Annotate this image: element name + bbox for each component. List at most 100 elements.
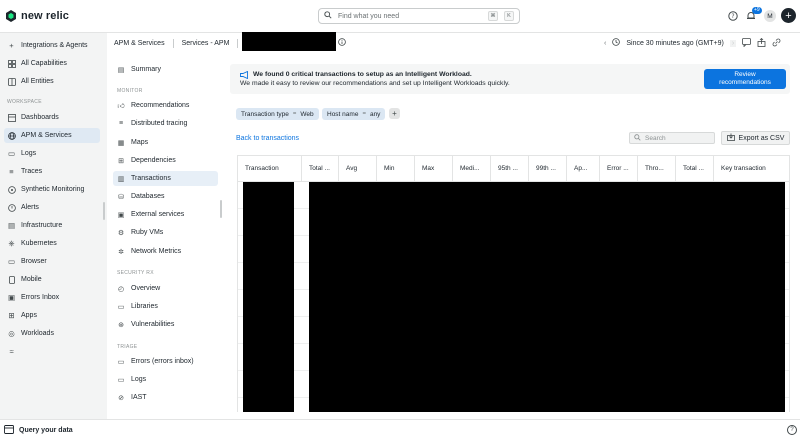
plus-icon: +	[9, 41, 14, 50]
settings-sliders-icon: ≈	[9, 347, 14, 356]
sidebar-item-apm-services[interactable]: APM & Services	[4, 128, 100, 143]
sidebar-item-traces[interactable]: ≡ Traces	[4, 164, 100, 179]
table-search-input[interactable]: Search	[629, 132, 715, 144]
sidebar-item-kubernetes[interactable]: ⎈ Kubernetes	[4, 236, 100, 251]
comment-icon[interactable]	[742, 37, 752, 49]
info-icon[interactable]	[338, 38, 346, 48]
sidebar-item-workloads[interactable]: ◎ Workloads	[4, 326, 100, 341]
transactions-table: Transaction Total ... Avg Min Max Medi..…	[237, 155, 790, 412]
sidebar-item-errors-inbox[interactable]: ▣ Errors Inbox	[4, 290, 100, 305]
column-header-total-time[interactable]: Total ...	[302, 156, 339, 181]
sidebar-item-all-entities[interactable]: All Entities	[4, 74, 100, 89]
plus-icon: +	[392, 109, 397, 118]
add-filter-button[interactable]: +	[389, 108, 400, 119]
subnav-item-ruby-vms[interactable]: ⚙ Ruby VMs	[113, 225, 218, 240]
subnav-item-label: Databases	[131, 193, 165, 200]
time-range-picker[interactable]: Since 30 minutes ago (GMT+9)	[626, 40, 723, 47]
subnav-item-label: External services	[131, 211, 185, 218]
subnav-item-label: Recommendations	[131, 102, 190, 109]
add-data-button[interactable]: +	[781, 8, 796, 23]
brand-name: new relic	[21, 10, 69, 22]
bottom-bar	[0, 419, 800, 441]
subnav-item-distributed-tracing[interactable]: ≡ Distributed tracing	[113, 116, 218, 131]
sidebar-item-label: Traces	[21, 168, 43, 175]
redacted-transaction-metrics	[309, 182, 785, 412]
column-header-error-rate[interactable]: Error ...	[600, 156, 638, 181]
sidebar-item-integrations[interactable]: + Integrations & Agents	[4, 38, 100, 53]
help-icon[interactable]: ?	[787, 425, 797, 435]
sidebar-item-synthetic-monitoring[interactable]: Synthetic Monitoring	[4, 182, 100, 197]
subnav-item-recommendations[interactable]: 👍︎ Recommendations	[113, 98, 218, 113]
subnav-item-summary[interactable]: ▤ Summary	[113, 62, 218, 77]
subnav-item-libraries[interactable]: ▭ Libraries	[113, 299, 218, 314]
subnav-scrollbar[interactable]	[220, 200, 222, 218]
subnav-item-errors[interactable]: ▭ Errors (errors inbox)	[113, 354, 218, 369]
globe-icon	[7, 131, 16, 140]
subnav-item-label: Transactions	[131, 175, 171, 182]
sidebar-item-alerts[interactable]: Alerts	[4, 200, 100, 215]
sidebar-item-all-capabilities[interactable]: All Capabilities	[4, 56, 100, 71]
subnav-item-vulnerabilities[interactable]: ⊛ Vulnerabilities	[113, 317, 218, 332]
sidebar-resize-handle[interactable]	[103, 202, 105, 220]
monitor-section-label: MONITOR	[117, 88, 143, 94]
time-picker-bar: ‹ Since 30 minutes ago (GMT+9) ›	[604, 37, 781, 49]
filter-chip-transaction-type[interactable]: Transaction type = Web	[236, 108, 319, 120]
subnav-item-network-metrics[interactable]: ✲ Network Metrics	[113, 244, 218, 259]
link-icon[interactable]	[772, 38, 781, 49]
export-csv-button[interactable]: Export as CSV	[721, 131, 790, 145]
column-header-max[interactable]: Max	[415, 156, 453, 181]
review-recommendations-button[interactable]: Review recommendations	[704, 69, 786, 89]
subnav-item-dependencies[interactable]: ⊞ Dependencies	[113, 153, 218, 168]
external-icon: ▣	[117, 211, 125, 219]
banner-text: We made it easy to review our recommenda…	[240, 80, 510, 87]
subnav-item-label: Network Metrics	[131, 248, 182, 255]
subnav-item-overview[interactable]: ◴ Overview	[113, 281, 218, 296]
filter-chip-host-name[interactable]: Host name = any	[322, 108, 386, 120]
sidebar-item-browser[interactable]: ▭ Browser	[4, 254, 100, 269]
export-label: Export as CSV	[738, 134, 785, 142]
column-header-95th[interactable]: 95th ...	[491, 156, 529, 181]
subnav-item-databases[interactable]: ⛁ Databases	[113, 189, 218, 204]
user-avatar[interactable]: M	[764, 10, 776, 22]
subnav-item-label: Logs	[131, 376, 147, 383]
column-header-total-count[interactable]: Total ...	[676, 156, 714, 181]
sidebar-more-button[interactable]: ≈	[4, 344, 100, 359]
sidebar-item-label: Dashboards	[21, 114, 59, 121]
chevron-right-icon[interactable]: ›	[729, 39, 737, 47]
database-icon: ⛁	[118, 193, 124, 201]
help-icon[interactable]: ?	[726, 9, 740, 23]
sidebar-item-apps[interactable]: ⊞ Apps	[4, 308, 100, 323]
back-to-transactions-link[interactable]: Back to transactions	[236, 135, 299, 142]
subnav-item-maps[interactable]: ▦ Maps	[113, 135, 218, 150]
subnav-item-iast[interactable]: ⊘ IAST	[113, 390, 218, 405]
sidebar-item-dashboards[interactable]: Dashboards	[4, 110, 100, 125]
transactions-icon: ▥	[117, 175, 125, 183]
sidebar-item-label: Alerts	[21, 204, 39, 211]
breadcrumb-separator	[237, 38, 239, 48]
column-header-99th[interactable]: 99th ...	[529, 156, 567, 181]
column-header-key-transaction[interactable]: Key transaction	[714, 156, 789, 181]
logs-icon: ▭	[117, 376, 125, 384]
breadcrumb-separator	[172, 38, 174, 48]
chevron-left-icon[interactable]: ‹	[604, 40, 606, 47]
breadcrumb-apm-services[interactable]: APM & Services	[114, 40, 165, 47]
subnav-item-transactions[interactable]: ▥ Transactions	[113, 171, 218, 186]
sidebar-item-logs[interactable]: ▭ Logs	[4, 146, 100, 161]
column-header-apdex[interactable]: Ap...	[567, 156, 600, 181]
subnav-item-external-services[interactable]: ▣ External services	[113, 207, 218, 222]
query-your-data-button[interactable]: Query your data	[4, 425, 73, 436]
sidebar-item-infrastructure[interactable]: ▤ Infrastructure	[4, 218, 100, 233]
column-header-min[interactable]: Min	[377, 156, 415, 181]
triage-section-label: TRIAGE	[117, 344, 138, 350]
column-header-avg[interactable]: Avg	[339, 156, 377, 181]
new-relic-logo[interactable]: new relic	[6, 9, 69, 23]
column-header-transaction[interactable]: Transaction	[238, 156, 302, 181]
global-search-input[interactable]: Find what you need ⌘ K	[318, 8, 520, 24]
column-header-median[interactable]: Medi...	[453, 156, 491, 181]
share-icon[interactable]	[757, 37, 766, 49]
column-header-throughput[interactable]: Thro...	[638, 156, 676, 181]
sidebar-item-mobile[interactable]: Mobile	[4, 272, 100, 287]
subnav-item-triage-logs[interactable]: ▭ Logs	[113, 372, 218, 387]
filter-key: Transaction type	[241, 110, 289, 118]
breadcrumb-services-apm[interactable]: Services - APM	[182, 40, 230, 47]
